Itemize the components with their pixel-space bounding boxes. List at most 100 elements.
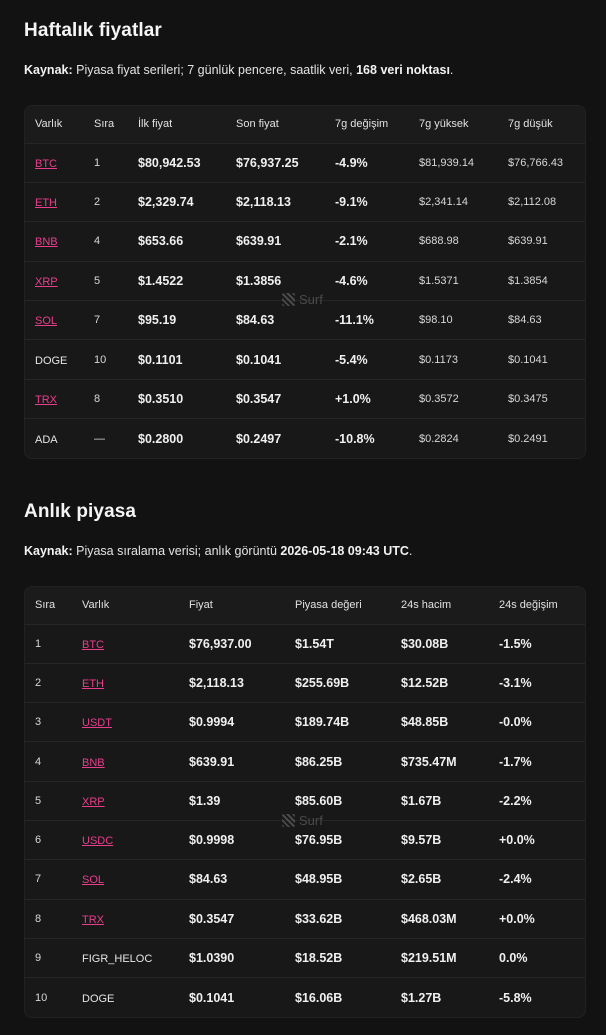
market-title: Anlık piyasa: [24, 501, 137, 522]
cell-change: +0.0%: [489, 898, 585, 939]
asset-link[interactable]: ETH: [35, 197, 57, 209]
cell-price: $0.9994: [179, 702, 285, 742]
column-header: 24s hacim: [401, 599, 452, 612]
asset-link[interactable]: BNB: [35, 236, 58, 248]
cell-rank: 10: [25, 977, 72, 1017]
cell-asset: TRX: [72, 898, 179, 939]
cell-change: -1.7%: [489, 741, 585, 782]
cell-change: +1.0%: [325, 378, 409, 419]
cell-rank: 4: [25, 741, 72, 782]
cell-first-price: $0.3510: [128, 378, 226, 419]
table-row: ADA — $0.2800 $0.2497 -10.8% $0.2824 $0.2491: [25, 418, 585, 459]
cell-market-cap: $86.25B: [285, 741, 391, 782]
asset-link[interactable]: BTC: [82, 639, 104, 651]
asset-link[interactable]: USDT: [82, 717, 112, 729]
cell-change: -4.9%: [325, 142, 409, 183]
table-row: 7 SOL $84.63 $48.95B $2.65B -2.4%: [25, 859, 585, 900]
asset-link[interactable]: XRP: [82, 796, 105, 808]
surf-logo-icon: [282, 814, 295, 827]
cell-low: $2,112.08: [498, 181, 585, 222]
cell-high: $98.10: [409, 300, 498, 340]
cell-asset: ADA: [25, 418, 84, 459]
table-row: DOGE 10 $0.1101 $0.1041 -5.4% $0.1173 $0.1041: [25, 339, 585, 380]
cell-price: $0.9998: [179, 819, 285, 860]
table-row: ETH 2 $2,329.74 $2,118.13 -9.1% $2,341.14 $2,1…: [25, 181, 585, 222]
cell-high: $0.1173: [409, 339, 498, 380]
column-header: Fiyat: [189, 599, 213, 612]
cell-last-price: $0.3547: [226, 378, 325, 419]
cell-rank: 6: [25, 819, 72, 860]
asset-link[interactable]: SOL: [82, 874, 104, 886]
cell-asset: BTC: [72, 623, 179, 664]
cell-asset: SOL: [25, 300, 84, 340]
asset-name: DOGE: [82, 992, 115, 1005]
cell-high: $0.3572: [409, 378, 498, 419]
table-row: 10 DOGE $0.1041 $16.06B $1.27B -5.8%: [25, 977, 585, 1017]
cell-high: $0.2824: [409, 418, 498, 459]
asset-link[interactable]: ETH: [82, 678, 104, 690]
table-row: 3 USDT $0.9994 $189.74B $48.85B -0.0%: [25, 702, 585, 742]
cell-rank: 9: [25, 937, 72, 978]
cell-first-price: $0.1101: [128, 339, 226, 380]
asset-link[interactable]: USDC: [82, 835, 113, 847]
cell-low: $1.3854: [498, 260, 585, 301]
column-header: Varlık: [82, 599, 110, 612]
cell-asset: DOGE: [72, 977, 179, 1017]
asset-link[interactable]: TRX: [35, 394, 57, 406]
column-header: 24s değişim: [499, 599, 558, 612]
cell-rank: 8: [84, 378, 128, 419]
cell-last-price: $76,937.25: [226, 142, 325, 183]
cell-price: $0.1041: [179, 977, 285, 1017]
cell-change: -2.1%: [325, 221, 409, 262]
cell-change: +0.0%: [489, 819, 585, 860]
asset-link[interactable]: XRP: [35, 276, 58, 288]
table-row: 8 TRX $0.3547 $33.62B $468.03M +0.0%: [25, 898, 585, 939]
column-header: Sıra: [94, 118, 115, 131]
asset-link[interactable]: TRX: [82, 914, 104, 926]
cell-rank: 5: [25, 780, 72, 821]
cell-low: $84.63: [498, 300, 585, 340]
column-header: Piyasa değeri: [295, 599, 362, 612]
cell-asset: SOL: [72, 859, 179, 900]
cell-market-cap: $18.52B: [285, 937, 391, 978]
weekly-header: Haftalık fiyatlar Kaynak: Piyasa fiyat s…: [24, 20, 586, 77]
cell-change: -11.1%: [325, 300, 409, 340]
column-header: İlk fiyat: [138, 118, 173, 131]
cell-asset: ETH: [72, 662, 179, 703]
cell-high: $2,341.14: [409, 181, 498, 222]
cell-volume: $1.27B: [391, 977, 489, 1017]
cell-rank: 2: [25, 662, 72, 703]
cell-rank: 1: [25, 623, 72, 664]
cell-rank: 1: [84, 142, 128, 183]
cell-last-price: $2,118.13: [226, 181, 325, 222]
weekly-title: Haftalık fiyatlar: [24, 20, 162, 41]
cell-first-price: $653.66: [128, 221, 226, 262]
cell-change: -4.6%: [325, 260, 409, 301]
cell-rank: 8: [25, 898, 72, 939]
cell-rank: 10: [84, 339, 128, 380]
asset-link[interactable]: SOL: [35, 315, 57, 327]
weekly-table: Varlık Sıra İlk fiyat Son fiyat 7g değişim 7g…: [25, 106, 585, 459]
cell-market-cap: $189.74B: [285, 702, 391, 742]
market-header: Anlık piyasa Kaynak: Piyasa sıralama ver…: [24, 501, 586, 558]
table-row: BNB 4 $653.66 $639.91 -2.1% $688.98 $639.91: [25, 221, 585, 262]
cell-high: $81,939.14: [409, 142, 498, 183]
cell-first-price: $0.2800: [128, 418, 226, 459]
cell-rank: 3: [25, 702, 72, 742]
cell-volume: $12.52B: [391, 662, 489, 703]
market-source: Kaynak: Piyasa sıralama verisi; anlık gö…: [24, 544, 413, 558]
column-header: 7g değişim: [335, 118, 389, 131]
cell-last-price: $0.2497: [226, 418, 325, 459]
cell-first-price: $95.19: [128, 300, 226, 340]
cell-first-price: $1.4522: [128, 260, 226, 301]
table-row: 2 ETH $2,118.13 $255.69B $12.52B -3.1%: [25, 662, 585, 703]
cell-volume: $9.57B: [391, 819, 489, 860]
asset-link[interactable]: BTC: [35, 158, 57, 170]
cell-last-price: $639.91: [226, 221, 325, 262]
cell-rank: 5: [84, 260, 128, 301]
cell-price: $1.39: [179, 780, 285, 821]
asset-link[interactable]: BNB: [82, 757, 105, 769]
cell-first-price: $80,942.53: [128, 142, 226, 183]
cell-price: $76,937.00: [179, 623, 285, 664]
column-header: 7g düşük: [508, 118, 553, 131]
